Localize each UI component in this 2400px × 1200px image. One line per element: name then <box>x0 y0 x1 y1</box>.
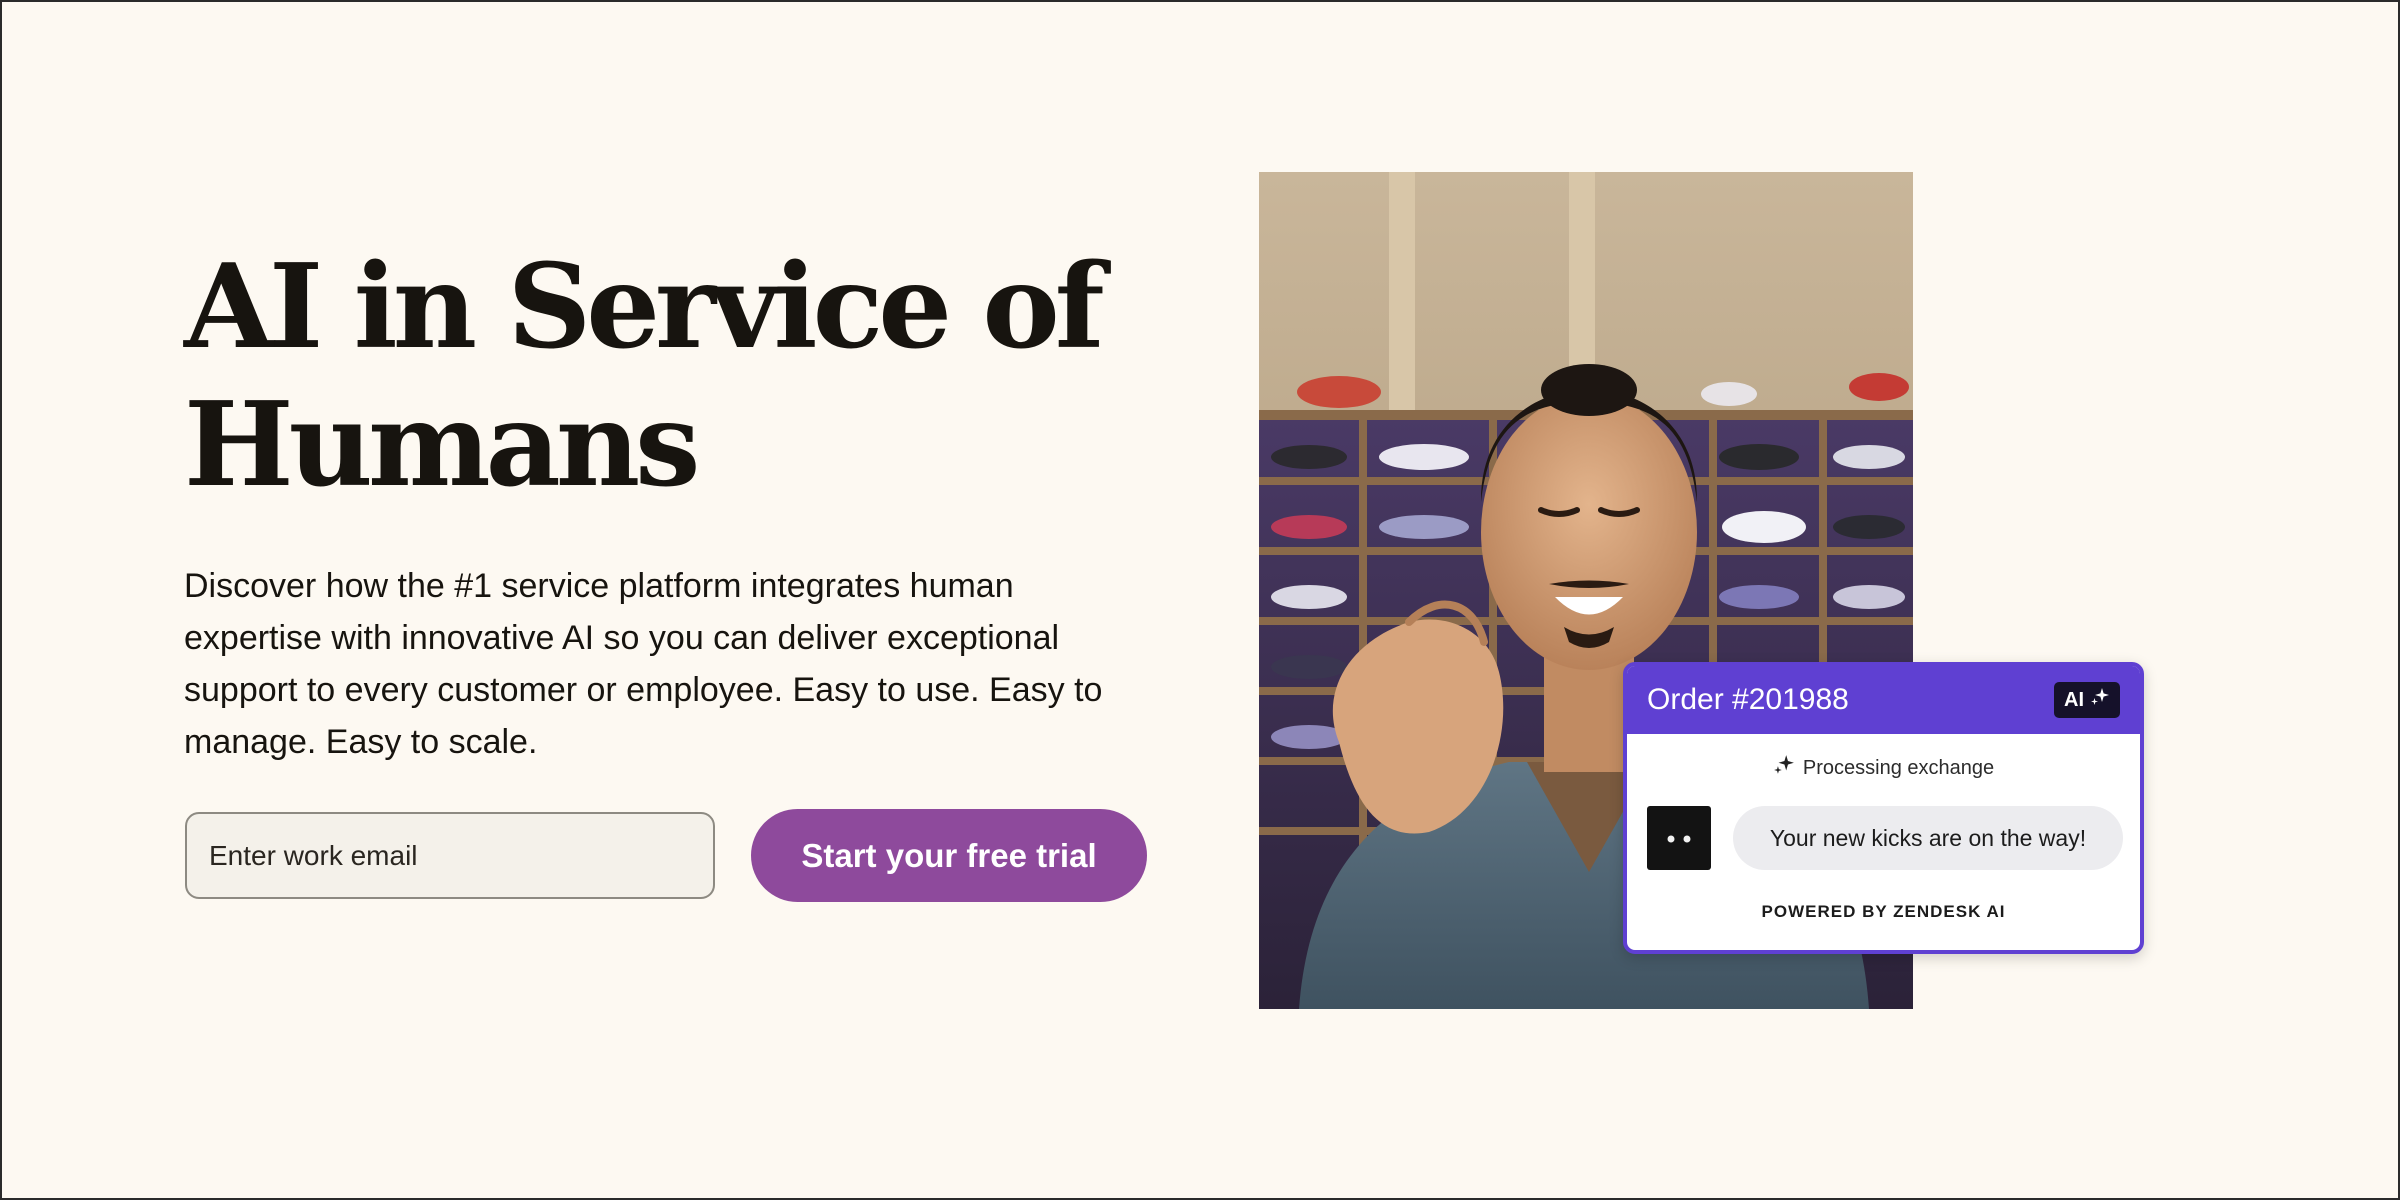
order-card-header: Order #201988 AI <box>1627 666 2140 734</box>
hero-title: AI in Service of Humans <box>184 239 1105 513</box>
processing-status-text: Processing exchange <box>1802 756 1995 779</box>
chat-message-bubble: Your new kicks are on the way! <box>1733 806 2123 870</box>
start-free-trial-button[interactable]: Start your free trial <box>751 809 1147 902</box>
order-title: Order #201988 <box>1647 683 1849 716</box>
ai-badge-label: AI <box>2064 688 2084 711</box>
powered-by-label: POWERED BY ZENDESK AI <box>1761 902 2006 921</box>
chat-message-text: Your new kicks are on the way! <box>1769 824 2087 851</box>
sparkle-icon <box>2090 687 2110 713</box>
processing-status: Processing exchange <box>1627 754 2140 782</box>
work-email-input[interactable] <box>185 812 715 899</box>
order-status-card: Order #201988 AI Processing exchange You… <box>1623 662 2144 954</box>
sparkle-icon <box>1773 754 1795 782</box>
ai-badge: AI <box>2054 682 2120 718</box>
bot-avatar <box>1647 806 1711 870</box>
hero-description: Discover how the #1 service platform int… <box>184 567 1103 761</box>
